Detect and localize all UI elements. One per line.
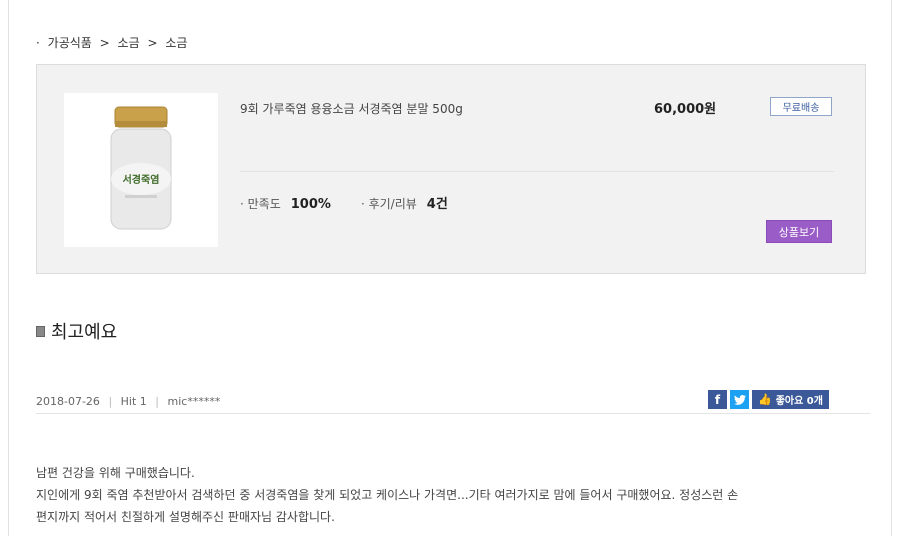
- breadcrumb-separator: >: [147, 36, 158, 50]
- title-marker-icon: [36, 325, 45, 337]
- breadcrumb-item-processed-food[interactable]: 가공식품: [48, 36, 92, 50]
- review-title: 최고예요: [36, 318, 117, 344]
- meta-separator: |: [108, 395, 113, 408]
- stat-bullet: ·: [240, 197, 248, 211]
- product-divider: [240, 171, 834, 172]
- review-hit-count: Hit 1: [120, 395, 147, 408]
- review-body-line: 남편 건강을 위해 구매했습니다.: [36, 466, 195, 480]
- review-count-stat: · 후기/리뷰 4건: [361, 193, 448, 212]
- product-price: 60,000원: [654, 102, 717, 117]
- salt-jar-illustration: 서경죽염: [110, 106, 172, 230]
- review-author: mic******: [167, 395, 221, 408]
- review-body: 남편 건강을 위해 구매했습니다. 지인에게 9회 죽염 추천받아서 검색하던 …: [36, 462, 876, 528]
- review-body-line: 지인에게 9회 죽염 추천받아서 검색하던 중 서경죽염을 찾게 되었고 케이스…: [36, 488, 739, 502]
- jar-label-text: 서경죽염: [123, 173, 160, 186]
- facebook-icon[interactable]: f: [708, 390, 727, 409]
- like-button[interactable]: 👍 좋아요 0개: [752, 390, 829, 409]
- breadcrumb: · 가공식품 > 소금 > 소금: [36, 34, 191, 51]
- review-meta: 2018-07-26 | Hit 1 | mic******: [36, 395, 220, 408]
- satisfaction-stat: · 만족도 100%: [240, 195, 331, 212]
- satisfaction-value: 100%: [290, 197, 331, 212]
- product-image[interactable]: 서경죽염: [64, 93, 218, 247]
- twitter-icon[interactable]: [730, 390, 749, 409]
- review-title-text: 최고예요: [51, 322, 118, 343]
- twitter-bird-glyph: [733, 394, 746, 405]
- stat-bullet: ·: [360, 197, 369, 211]
- view-product-button[interactable]: 상품보기: [766, 220, 832, 243]
- thumbs-up-icon: 👍: [758, 393, 772, 406]
- review-count-value: 4건: [426, 197, 448, 212]
- breadcrumb-item-salt[interactable]: 소금: [118, 36, 140, 50]
- satisfaction-label: 만족도: [247, 197, 281, 211]
- review-body-line: 편지까지 적어서 친절하게 설명해주신 판매자님 감사합니다.: [36, 510, 335, 524]
- meta-divider: [36, 413, 870, 414]
- meta-separator: |: [155, 395, 160, 408]
- breadcrumb-item-salt-sub[interactable]: 소금: [165, 36, 187, 50]
- breadcrumb-separator: >: [99, 36, 110, 50]
- social-share-bar: f 👍 좋아요 0개: [708, 390, 829, 409]
- product-stats: · 만족도 100% · 후기/리뷰 4건: [240, 193, 478, 212]
- review-count-label: 후기/리뷰: [368, 197, 417, 211]
- product-name[interactable]: 9회 가루죽염 용융소금 서경죽염 분말 500g: [240, 100, 463, 117]
- product-card: 서경죽염 9회 가루죽염 용융소금 서경죽염 분말 500g 60,000원 무…: [36, 64, 866, 274]
- breadcrumb-bullet: ·: [36, 36, 40, 50]
- review-date: 2018-07-26: [36, 395, 100, 408]
- like-count-label: 좋아요 0개: [775, 396, 823, 407]
- free-shipping-badge: 무료배송: [770, 97, 832, 116]
